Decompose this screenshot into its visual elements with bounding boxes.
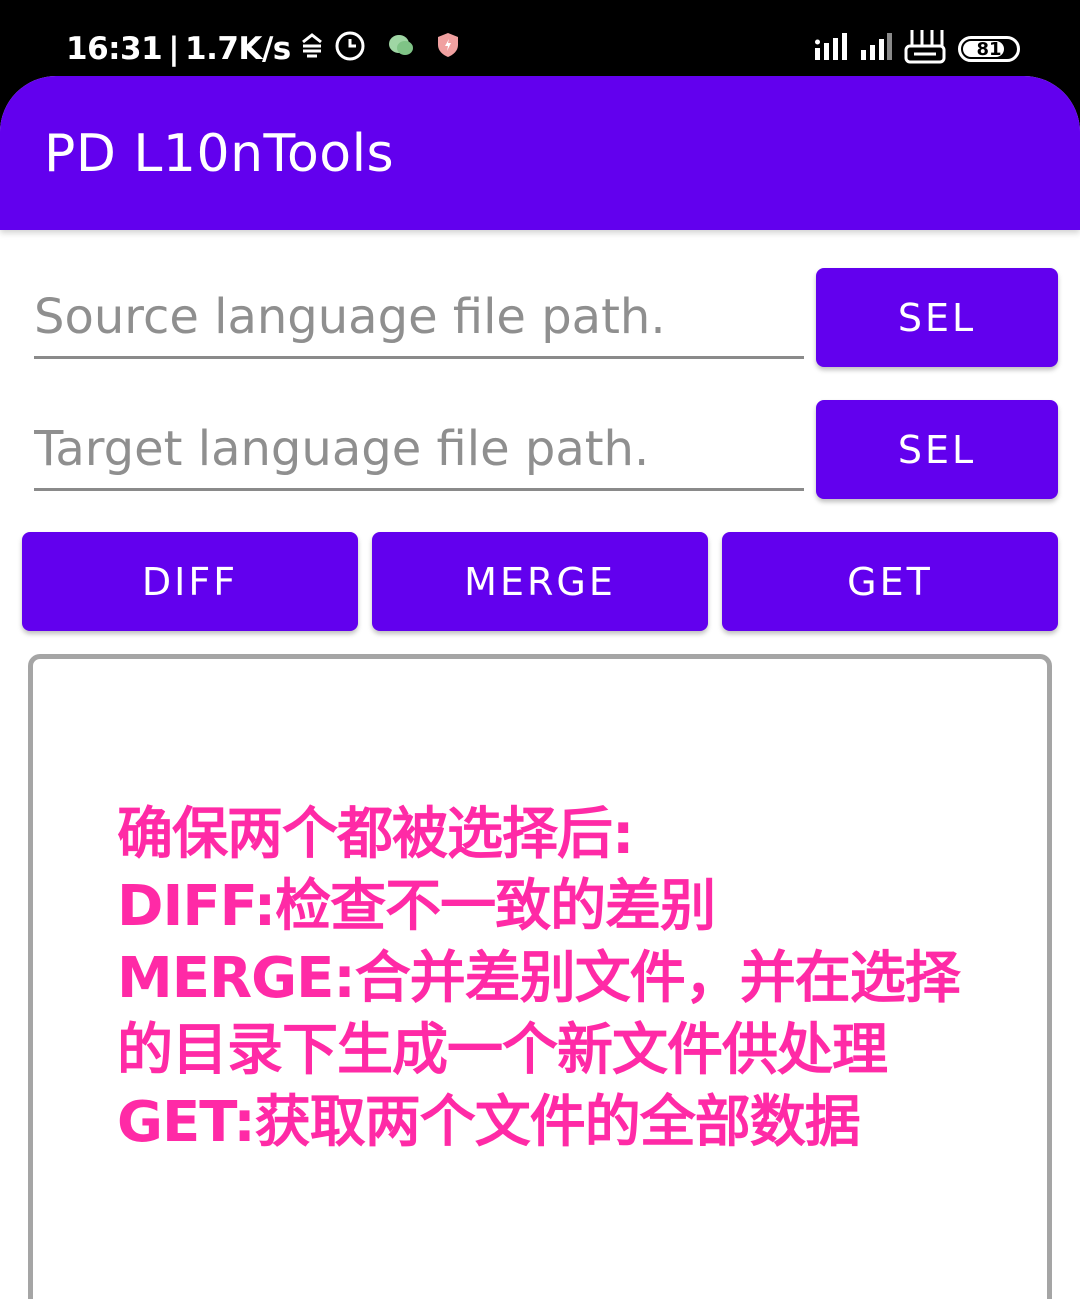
app-window: PD L10nTools SEL SEL DIFF MERGE GET 确保两个…	[0, 76, 1080, 1299]
network-activity-icon	[297, 30, 327, 68]
app-title: PD L10nTools	[44, 124, 395, 184]
output-text: 确保两个都被选择后: DIFF:检查不一致的差别 MERGE:合并差别文件，并在…	[117, 802, 961, 1155]
source-sel-button[interactable]: SEL	[816, 268, 1058, 367]
status-bar: 16:31 | 1.7K/s 81	[0, 0, 1080, 76]
status-left: 16:31 | 1.7K/s	[66, 28, 461, 70]
get-button[interactable]: GET	[722, 532, 1058, 631]
diff-button[interactable]: DIFF	[22, 532, 358, 631]
target-sel-button[interactable]: SEL	[816, 400, 1058, 499]
merge-button[interactable]: MERGE	[372, 532, 708, 631]
target-path-input[interactable]	[34, 418, 804, 491]
router-icon	[904, 28, 946, 70]
status-separator: |	[168, 31, 180, 67]
signal-bars-icon	[814, 32, 848, 66]
battery-body: 81	[958, 36, 1020, 62]
signal-bars-icon-2	[860, 32, 892, 66]
status-net-speed: 1.7K/s	[185, 31, 291, 67]
output-panel[interactable]: 确保两个都被选择后: DIFF:检查不一致的差别 MERGE:合并差别文件，并在…	[28, 654, 1052, 1299]
status-right: 81	[814, 28, 1020, 70]
source-path-input[interactable]	[34, 286, 804, 359]
shield-icon	[435, 31, 461, 67]
battery-level: 81	[976, 38, 1002, 60]
status-time: 16:31	[66, 31, 163, 67]
alarm-clock-icon	[333, 28, 367, 70]
battery-icon: 81	[958, 36, 1020, 62]
phone-screen: 16:31 | 1.7K/s 81 PD L10nTools Source la…	[0, 0, 1080, 1299]
app-bar: PD L10nTools	[0, 76, 1080, 230]
wechat-icon	[387, 31, 415, 67]
